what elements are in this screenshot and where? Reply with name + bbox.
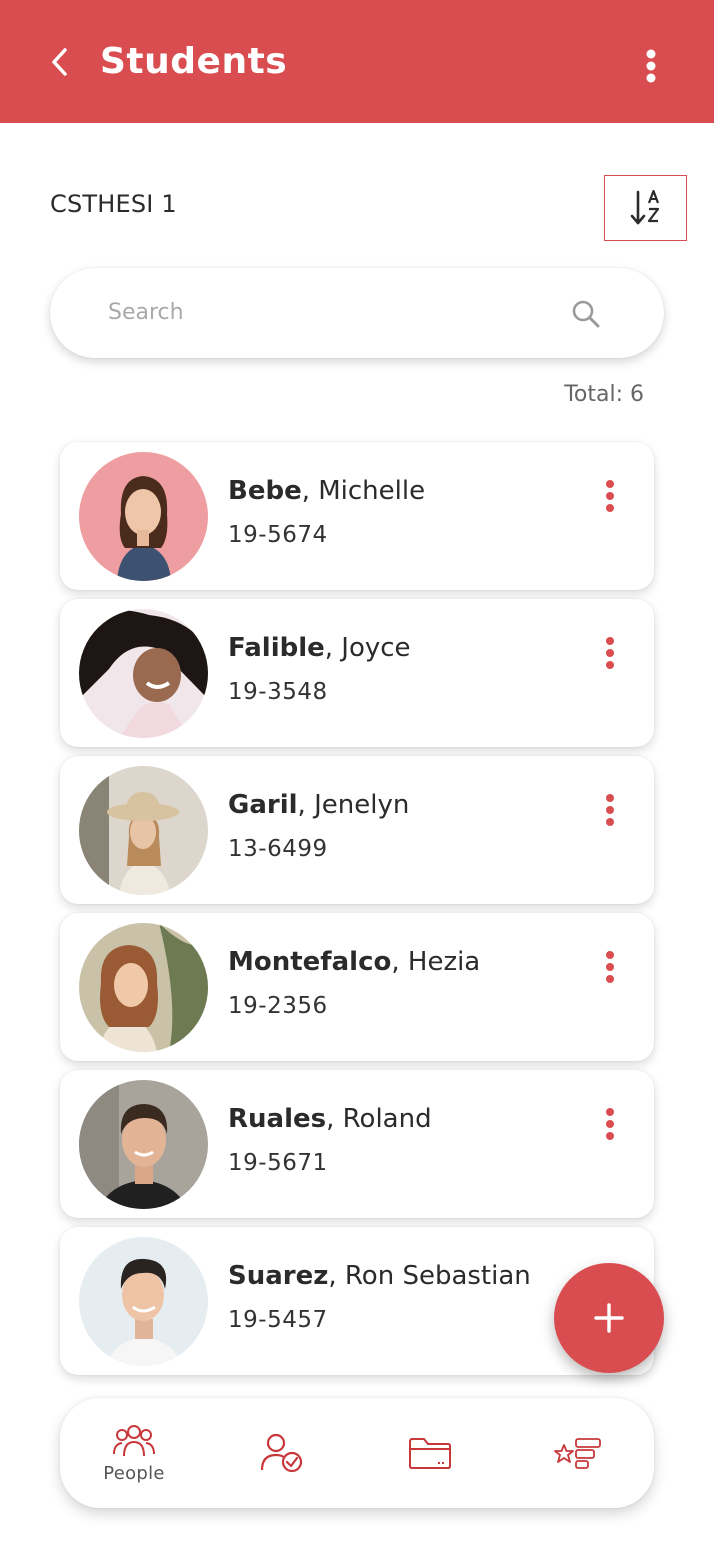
user-check-icon (260, 1433, 303, 1473)
nav-item-attendance[interactable] (208, 1398, 356, 1508)
student-id: 13-6499 (228, 836, 328, 862)
student-menu-button[interactable] (596, 790, 624, 830)
sort-alpha-icon (630, 189, 659, 225)
plus-icon (594, 1303, 624, 1333)
back-button[interactable] (40, 40, 80, 84)
nav-label-people: People (103, 1462, 165, 1484)
student-first-name: Michelle (318, 476, 426, 506)
student-last-name: Suarez (228, 1261, 329, 1291)
avatar (79, 452, 208, 581)
student-id: 19-5457 (228, 1307, 328, 1333)
ranking-list-icon (554, 1438, 601, 1469)
add-student-button[interactable] (554, 1263, 664, 1373)
student-name: Falible, Joyce (228, 633, 411, 663)
nav-item-files[interactable] (356, 1398, 504, 1508)
student-first-name: Jenelyn (314, 790, 410, 820)
chevron-left-icon (52, 48, 67, 76)
avatar (79, 766, 208, 895)
student-name: Bebe, Michelle (228, 476, 426, 506)
more-vertical-icon (606, 794, 614, 826)
student-id: 19-3548 (228, 679, 328, 705)
student-name: Montefalco, Hezia (228, 947, 481, 977)
total-count: Total: 6 (564, 382, 644, 407)
student-last-name: Falible (228, 633, 325, 663)
student-id: 19-5671 (228, 1150, 328, 1176)
student-first-name: Joyce (341, 633, 411, 663)
student-name: Garil, Jenelyn (228, 790, 410, 820)
student-menu-button[interactable] (596, 476, 624, 516)
avatar (79, 1080, 208, 1209)
people-icon (113, 1424, 155, 1456)
more-vertical-icon (606, 637, 614, 669)
student-last-name: Bebe (228, 476, 302, 506)
student-card[interactable]: Garil, Jenelyn 13-6499 (60, 756, 654, 904)
student-id: 19-5674 (228, 522, 328, 548)
sort-button[interactable] (604, 175, 687, 241)
folder-icon (409, 1438, 451, 1469)
student-card[interactable]: Ruales, Roland 19-5671 (60, 1070, 654, 1218)
more-vertical-icon (606, 480, 614, 512)
student-first-name: Hezia (407, 947, 481, 977)
more-vertical-icon (606, 951, 614, 983)
student-last-name: Montefalco (228, 947, 392, 977)
search-input[interactable] (108, 292, 548, 332)
nav-item-people[interactable]: People (60, 1398, 208, 1508)
student-id: 19-2356 (228, 993, 328, 1019)
avatar (79, 1237, 208, 1366)
student-first-name: Ron Sebastian (344, 1261, 531, 1291)
student-first-name: Roland (342, 1104, 432, 1134)
more-vertical-icon (646, 49, 656, 83)
page-title: Students (100, 41, 288, 82)
bottom-nav: People (60, 1398, 654, 1508)
student-menu-button[interactable] (596, 1104, 624, 1144)
more-options-button[interactable] (632, 44, 670, 88)
student-menu-button[interactable] (596, 947, 624, 987)
avatar (79, 923, 208, 1052)
more-vertical-icon (606, 1108, 614, 1140)
student-menu-button[interactable] (596, 633, 624, 673)
student-card[interactable]: Montefalco, Hezia 19-2356 (60, 913, 654, 1061)
avatar (79, 609, 208, 738)
student-card[interactable]: Falible, Joyce 19-3548 (60, 599, 654, 747)
search-bar (50, 268, 664, 358)
app-bar: Students (0, 0, 714, 123)
student-name: Ruales, Roland (228, 1104, 432, 1134)
student-last-name: Garil (228, 790, 298, 820)
student-last-name: Ruales (228, 1104, 327, 1134)
student-card[interactable]: Bebe, Michelle 19-5674 (60, 442, 654, 590)
search-icon[interactable] (566, 294, 606, 334)
class-name: CSTHESI 1 (50, 190, 177, 218)
student-name: Suarez, Ron Sebastian (228, 1261, 531, 1291)
nav-item-ranking[interactable] (504, 1398, 652, 1508)
